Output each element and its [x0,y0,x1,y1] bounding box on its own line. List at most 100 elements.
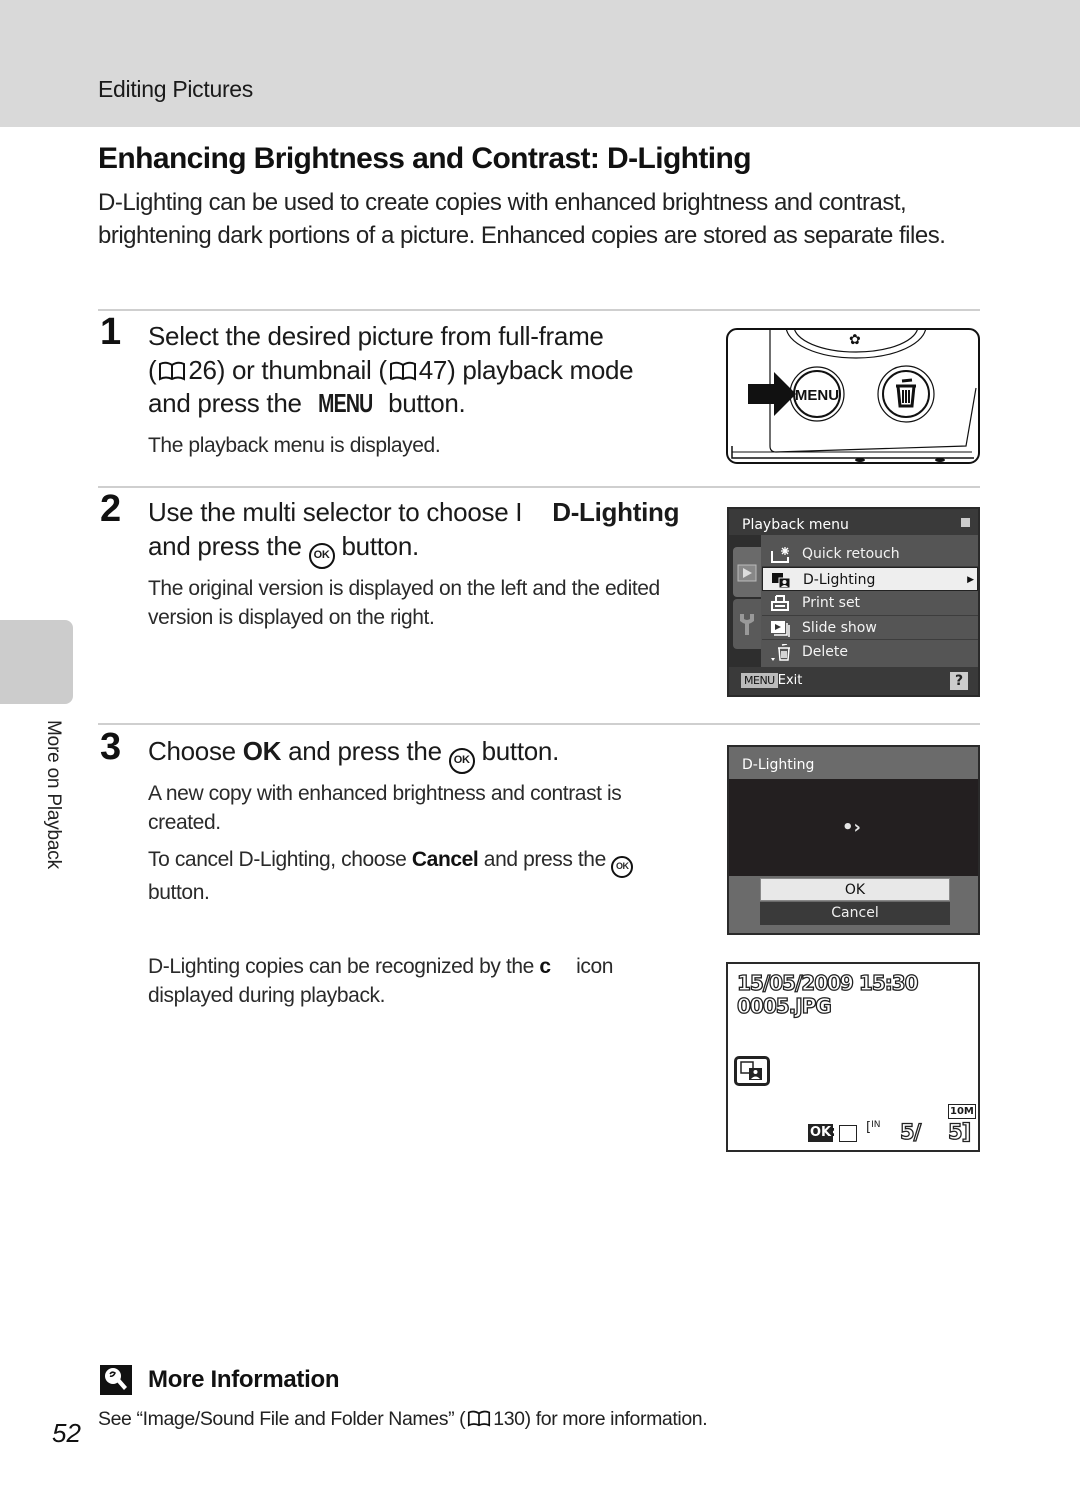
step-number: 3 [100,726,122,768]
cancel-option[interactable]: Cancel [760,902,950,925]
book-reference-icon [468,1410,491,1427]
text: and press the [281,736,449,766]
text: ( [148,354,157,385]
menu-item-quick-retouch[interactable]: Quick retouch [762,542,978,567]
step-1-line-3: and press the MENU button. [148,387,633,421]
menu-item-label: Quick retouch [802,546,900,562]
menu-tabs [729,535,761,669]
text: See “Image/Sound File and Folder Names” … [98,1408,466,1430]
menu-option-name: D-Lighting [552,497,680,527]
menu-footer: MENU Exit ? [729,667,978,695]
menu-item-label: Delete [802,644,848,660]
divider [98,309,980,311]
playback-display: 15/05/2009 15:30 0005.JPG 10M OK : [IN 5… [726,962,980,1152]
page-ref[interactable]: 47 [419,355,448,385]
quick-retouch-icon [771,547,789,563]
chapter-tab [0,620,73,704]
menu-button-label: MENU [795,387,839,404]
text: ) for more information. [524,1408,708,1430]
flower-icon: ✿ [849,332,861,348]
menu-item-slide-show[interactable]: Slide show [762,616,978,640]
menu-item-d-lighting[interactable]: D-Lighting ▶ [762,566,978,591]
text: and press the [148,530,309,561]
divider [98,723,980,725]
step-3-note-1: A new copy with enhanced brightness and … [148,782,622,834]
option-name: OK [242,736,282,766]
page-ref[interactable]: 130 [493,1408,525,1430]
book-reference-icon [389,361,416,381]
text: Choose [148,736,243,766]
step-3-heading: Choose OK and press the OK button. [148,735,559,774]
chapter-label: More on Playback [43,720,64,869]
step-1-heading: Select the desired picture from full-fra… [148,320,634,421]
tab-setup[interactable] [733,599,761,649]
ok-button-glyph: OK [308,542,335,569]
d-lighting-screen: D-Lighting •› OK Cancel [727,745,980,935]
intro-paragraph: D-Lighting can be used to create copies … [98,189,946,249]
text: ) playback mode [447,354,634,385]
menu-item-delete[interactable]: Delete [762,640,978,665]
file-name: 0005.JPG [736,993,832,1018]
exit-label[interactable]: Exit [778,673,803,688]
text: and press the [478,848,612,871]
lightbulb-icon [100,1365,132,1395]
image-size-badge: 10M [948,1104,976,1119]
step-1-line-2: (26) or thumbnail ( 47) playback mode [148,354,634,388]
page-title: Enhancing Brightness and Contrast: D-Lig… [98,142,752,175]
trash-icon [771,644,790,661]
step-3-note-2: To cancel D-Lighting, choose Cancel and … [148,845,678,907]
ok-option[interactable]: OK [760,878,950,901]
menu-item-label: Slide show [802,619,877,636]
step-2-note: The original version is displayed on the… [148,577,660,629]
step-1-note: The playback menu is displayed. [148,434,441,457]
menu-key-badge: MENU [741,673,778,688]
step-number: 2 [100,488,122,530]
menu-list: Quick retouch D-Lighting ▶ Print set Sli… [762,542,978,665]
help-icon[interactable]: ? [950,672,968,690]
text: button. [474,736,560,766]
total-count: 5 [947,1119,963,1144]
menu-title-bar: Playback menu [729,509,978,535]
page-ref[interactable]: 26 [188,355,217,385]
playback-menu-screen: Playback menu Quick retouch D-Lighting ▶… [727,507,980,697]
slide-show-icon [771,620,790,637]
more-info-title: More Information [148,1366,340,1393]
text: ) or thumbnail ( [216,354,387,385]
ok-button-glyph: OK [448,748,475,774]
d-lighting-glyph: c [539,955,551,978]
text: button. [148,881,210,904]
text: button. [334,530,420,561]
total-frames: 5] [947,1119,972,1144]
ok-button-glyph: OK [611,856,634,878]
screen-title-bar: D-Lighting [729,747,978,779]
menu-key-glyph: MENU [317,388,373,418]
menu-title: Playback menu [742,517,849,533]
submenu-arrow-icon: ▶ [967,574,974,585]
menu-item-label: D-Lighting [803,571,876,588]
frame-number: 5/ [899,1119,922,1144]
section-title: Editing Pictures [98,76,253,102]
screen-title: D-Lighting [742,757,815,773]
step-2-line-1: Use the multi selector to choose I D-Ligh… [148,496,679,530]
step-number: 1 [100,311,122,353]
text: and press the [148,388,309,418]
step-3-note-3: D-Lighting copies can be recognized by t… [148,952,658,1010]
retouch-icon [839,1125,857,1142]
wrench-icon [740,614,754,635]
text: Use the multi selector to choose [148,497,516,527]
camera-back-illustration: ✿ MENU [726,328,980,464]
text: D-Lighting copies can be recognized by t… [148,955,540,978]
header-band: Editing Pictures [0,0,1080,127]
printer-icon [771,595,789,611]
d-lighting-indicator-icon [734,1056,770,1086]
book-reference-icon [159,361,186,381]
divider [98,486,980,488]
scroll-indicator [961,518,970,527]
tab-playback[interactable] [733,547,761,597]
step-2-heading: Use the multi selector to choose I D-Ligh… [148,496,679,569]
before-after-preview: •› [729,779,978,876]
d-lighting-icon [772,572,791,588]
menu-item-print-set[interactable]: Print set [762,591,978,616]
playback-menu-glyph: I [515,497,523,527]
separator: : [830,1124,836,1140]
